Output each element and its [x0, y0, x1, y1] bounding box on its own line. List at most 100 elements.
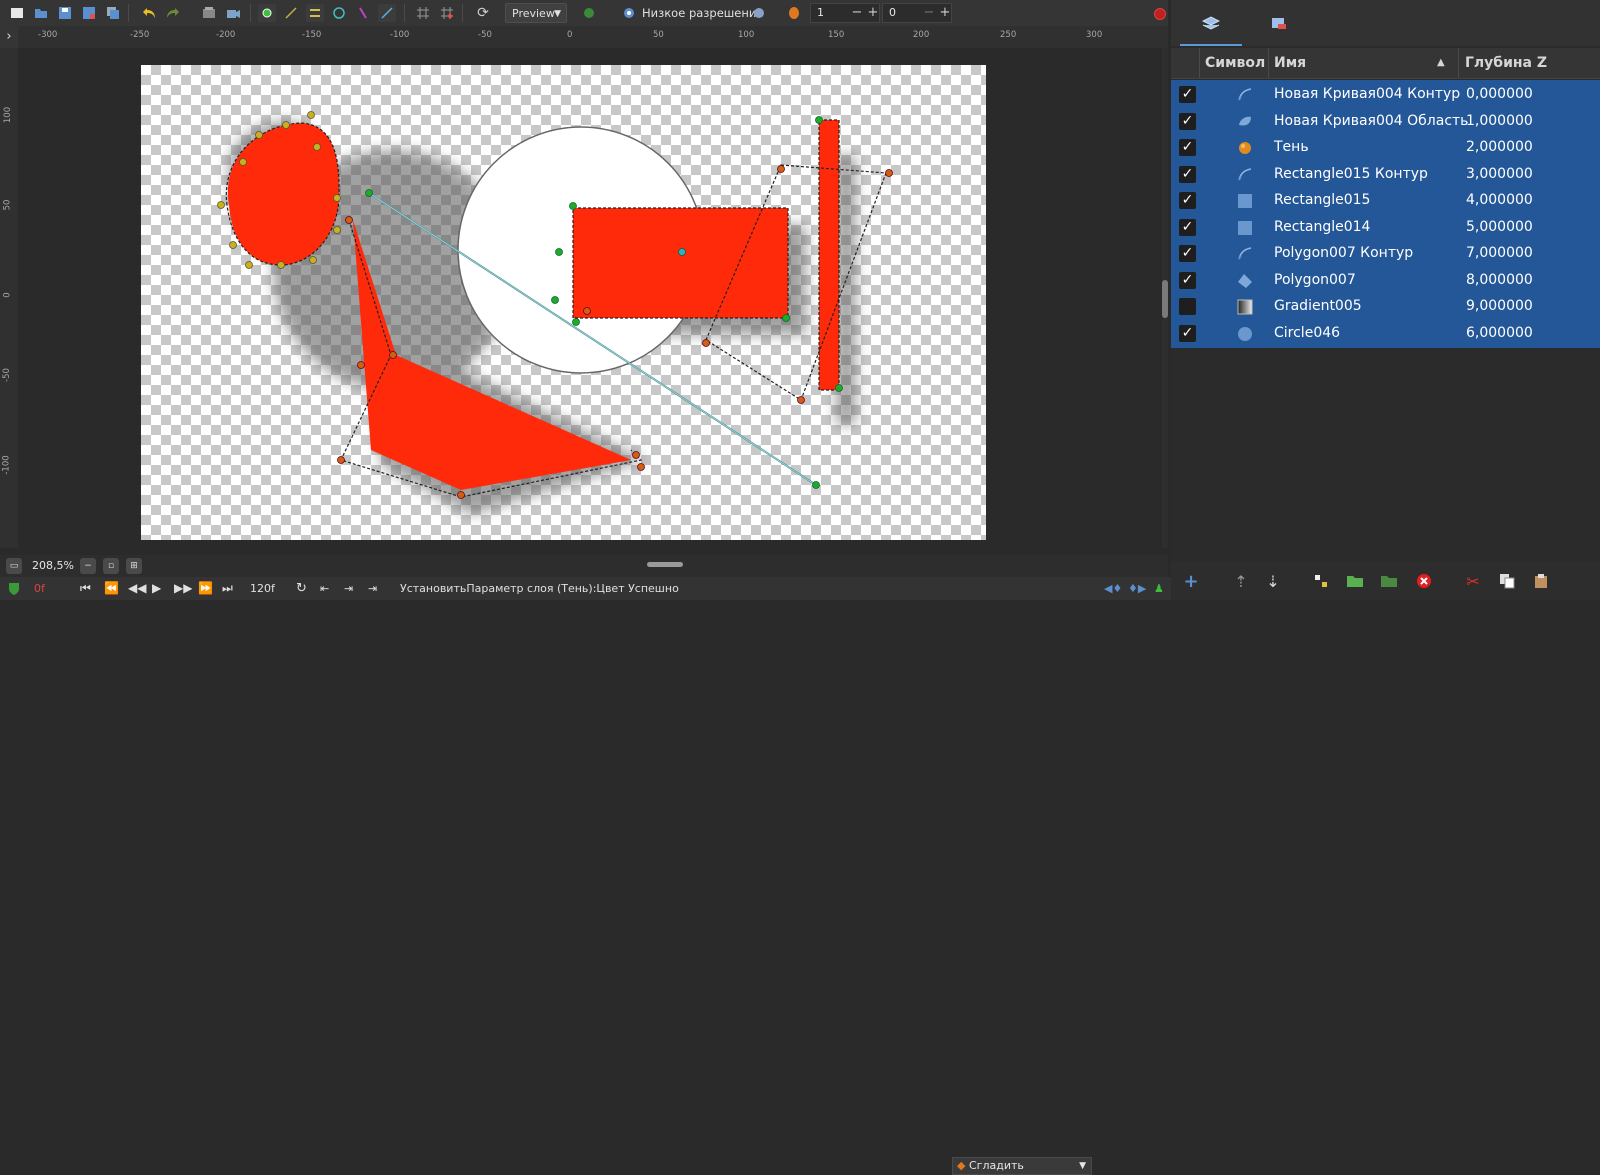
ruler-label: 100: [3, 106, 14, 124]
open-file-icon[interactable]: [32, 4, 50, 22]
animation-mode-icon[interactable]: ♟: [1154, 577, 1164, 600]
undo-icon[interactable]: [140, 4, 158, 22]
plus-icon[interactable]: +: [866, 3, 880, 23]
current-frame[interactable]: 0f: [34, 577, 45, 600]
keyframe-past-icon[interactable]: ◀♦: [1104, 577, 1122, 600]
show-tangents-icon[interactable]: [282, 4, 300, 22]
layer-visibility-checkbox[interactable]: ✓: [1179, 245, 1196, 262]
layer-row[interactable]: ✓ Rectangle015 4,000000: [1171, 187, 1600, 214]
low-res-icon[interactable]: [620, 4, 638, 22]
play-icon[interactable]: ▶: [152, 577, 161, 600]
prev-keyframe-icon[interactable]: ⏪: [104, 577, 119, 600]
save-all-icon[interactable]: [104, 4, 122, 22]
blend-label: Сгладить: [969, 1159, 1024, 1172]
layer-row[interactable]: ✓ Rectangle014 5,000000: [1171, 214, 1600, 241]
layer-row[interactable]: Gradient005 9,000000: [1171, 293, 1600, 320]
vertical-scrollbar-thumb[interactable]: [1162, 280, 1168, 318]
zoom-value[interactable]: 208,5%: [32, 555, 74, 577]
zoom-100-icon[interactable]: ⊞: [126, 558, 142, 574]
zoom-out-icon[interactable]: −: [80, 558, 96, 574]
save-as-icon[interactable]: [80, 4, 98, 22]
chevron-down-icon: ▼: [554, 9, 561, 19]
bounds-toggle-icon[interactable]: ⇥: [344, 577, 353, 600]
layer-row[interactable]: ✓ Polygon007 8,000000: [1171, 267, 1600, 294]
layer-row[interactable]: ✓ Тень 2,000000: [1171, 134, 1600, 161]
onion-past-icon[interactable]: [785, 4, 803, 22]
record-icon[interactable]: [1154, 8, 1166, 20]
paste-icon[interactable]: [1530, 570, 1552, 592]
outline-icon: [1236, 166, 1254, 184]
render-icon[interactable]: [200, 4, 218, 22]
new-layer-icon[interactable]: +: [1180, 570, 1202, 592]
keyframe-lock-icon[interactable]: [8, 581, 20, 595]
ruler-toggle-icon[interactable]: ›: [0, 26, 18, 48]
ruler-label: 100: [738, 30, 755, 40]
layer-name: Circle046: [1274, 324, 1341, 341]
toggle-panel-icon[interactable]: ▭: [6, 558, 22, 574]
tab-sets[interactable]: [1249, 0, 1309, 46]
show-radius-icon[interactable]: [378, 4, 396, 22]
onion-skin-icon[interactable]: [580, 4, 598, 22]
cut-icon[interactable]: ✂: [1462, 570, 1484, 592]
status-message: УстановитьПараметр слоя (Тень):Цвет Успе…: [400, 582, 679, 595]
zoom-fit-icon[interactable]: ▫: [103, 558, 119, 574]
column-symbol[interactable]: Символ: [1205, 48, 1265, 78]
copy-icon[interactable]: [1496, 570, 1518, 592]
encapsulate-icon[interactable]: [1310, 570, 1332, 592]
new-file-icon[interactable]: [8, 4, 26, 22]
layer-visibility-checkbox[interactable]: ✓: [1179, 192, 1196, 209]
delete-layer-icon[interactable]: [1413, 570, 1435, 592]
layer-visibility-checkbox[interactable]: ✓: [1179, 165, 1196, 183]
layer-visibility-checkbox[interactable]: ✓: [1179, 86, 1196, 103]
snap-grid-icon[interactable]: [438, 4, 456, 22]
end-frame[interactable]: 120f: [250, 577, 275, 600]
minus-icon[interactable]: −: [850, 3, 864, 23]
keyframe-future-icon[interactable]: ♦▶: [1128, 577, 1146, 600]
show-bone-icon[interactable]: [354, 4, 372, 22]
redo-icon[interactable]: [164, 4, 182, 22]
show-width-icon[interactable]: [306, 4, 324, 22]
sort-up-icon: ▲: [1437, 57, 1445, 68]
blend-method-select[interactable]: ◆ Сгладить ▼: [952, 1157, 1092, 1175]
layer-row[interactable]: ✓ Polygon007 Контур 7,000000: [1171, 240, 1600, 267]
minus-icon[interactable]: −: [922, 3, 936, 23]
column-name[interactable]: Имя: [1274, 48, 1306, 78]
preview-render-icon[interactable]: [224, 4, 242, 22]
bounds-end-icon[interactable]: ⇥: [368, 577, 377, 600]
layer-visibility-checkbox[interactable]: [1179, 298, 1196, 315]
show-ducks-icon[interactable]: [258, 4, 276, 22]
low-res-toggle-icon[interactable]: [750, 4, 768, 22]
layer-visibility-checkbox[interactable]: ✓: [1179, 112, 1196, 130]
layer-visibility-checkbox[interactable]: ✓: [1179, 324, 1196, 342]
rectangle-shape[interactable]: [819, 120, 839, 390]
layer-visibility-checkbox[interactable]: ✓: [1179, 218, 1196, 236]
group-folder-icon[interactable]: [1344, 570, 1366, 592]
layer-row[interactable]: ✓ Circle046 6,000000: [1171, 320, 1600, 347]
layer-row[interactable]: ✓ Новая Кривая004 Контур 0,000000: [1171, 81, 1600, 108]
preview-quality-select[interactable]: Preview ▼: [505, 3, 567, 23]
next-keyframe-icon[interactable]: ⏩: [198, 577, 213, 600]
tab-layers[interactable]: [1181, 0, 1241, 46]
seek-end-icon[interactable]: ⏭: [222, 577, 233, 600]
prev-frame-icon[interactable]: ◀◀: [128, 577, 146, 600]
loop-icon[interactable]: ↻: [296, 577, 307, 600]
layer-row[interactable]: ✓ Rectangle015 Контур 3,000000: [1171, 161, 1600, 188]
horizontal-scrollbar-thumb[interactable]: [647, 562, 683, 567]
raise-layer-icon[interactable]: ⇡: [1230, 570, 1252, 592]
show-angle-icon[interactable]: [330, 4, 348, 22]
plus-icon[interactable]: +: [938, 3, 952, 23]
layer-visibility-checkbox[interactable]: ✓: [1179, 139, 1196, 156]
layer-row[interactable]: ✓ Новая Кривая004 Область 1,000000: [1171, 108, 1600, 135]
seek-begin-icon[interactable]: ⏮: [80, 577, 91, 600]
lower-layer-icon[interactable]: ⇣: [1262, 570, 1284, 592]
save-icon[interactable]: [56, 4, 74, 22]
document-canvas[interactable]: [141, 65, 986, 540]
folder-icon[interactable]: [1378, 570, 1400, 592]
layer-visibility-checkbox[interactable]: ✓: [1179, 271, 1196, 289]
column-depth[interactable]: Глубина Z: [1465, 48, 1547, 78]
low-res-label[interactable]: Низкое разрешение: [642, 0, 763, 26]
bounds-start-icon[interactable]: ⇤: [320, 577, 329, 600]
refresh-icon[interactable]: ⟳: [474, 4, 492, 22]
grid-icon[interactable]: [414, 4, 432, 22]
next-frame-icon[interactable]: ▶▶: [174, 577, 192, 600]
